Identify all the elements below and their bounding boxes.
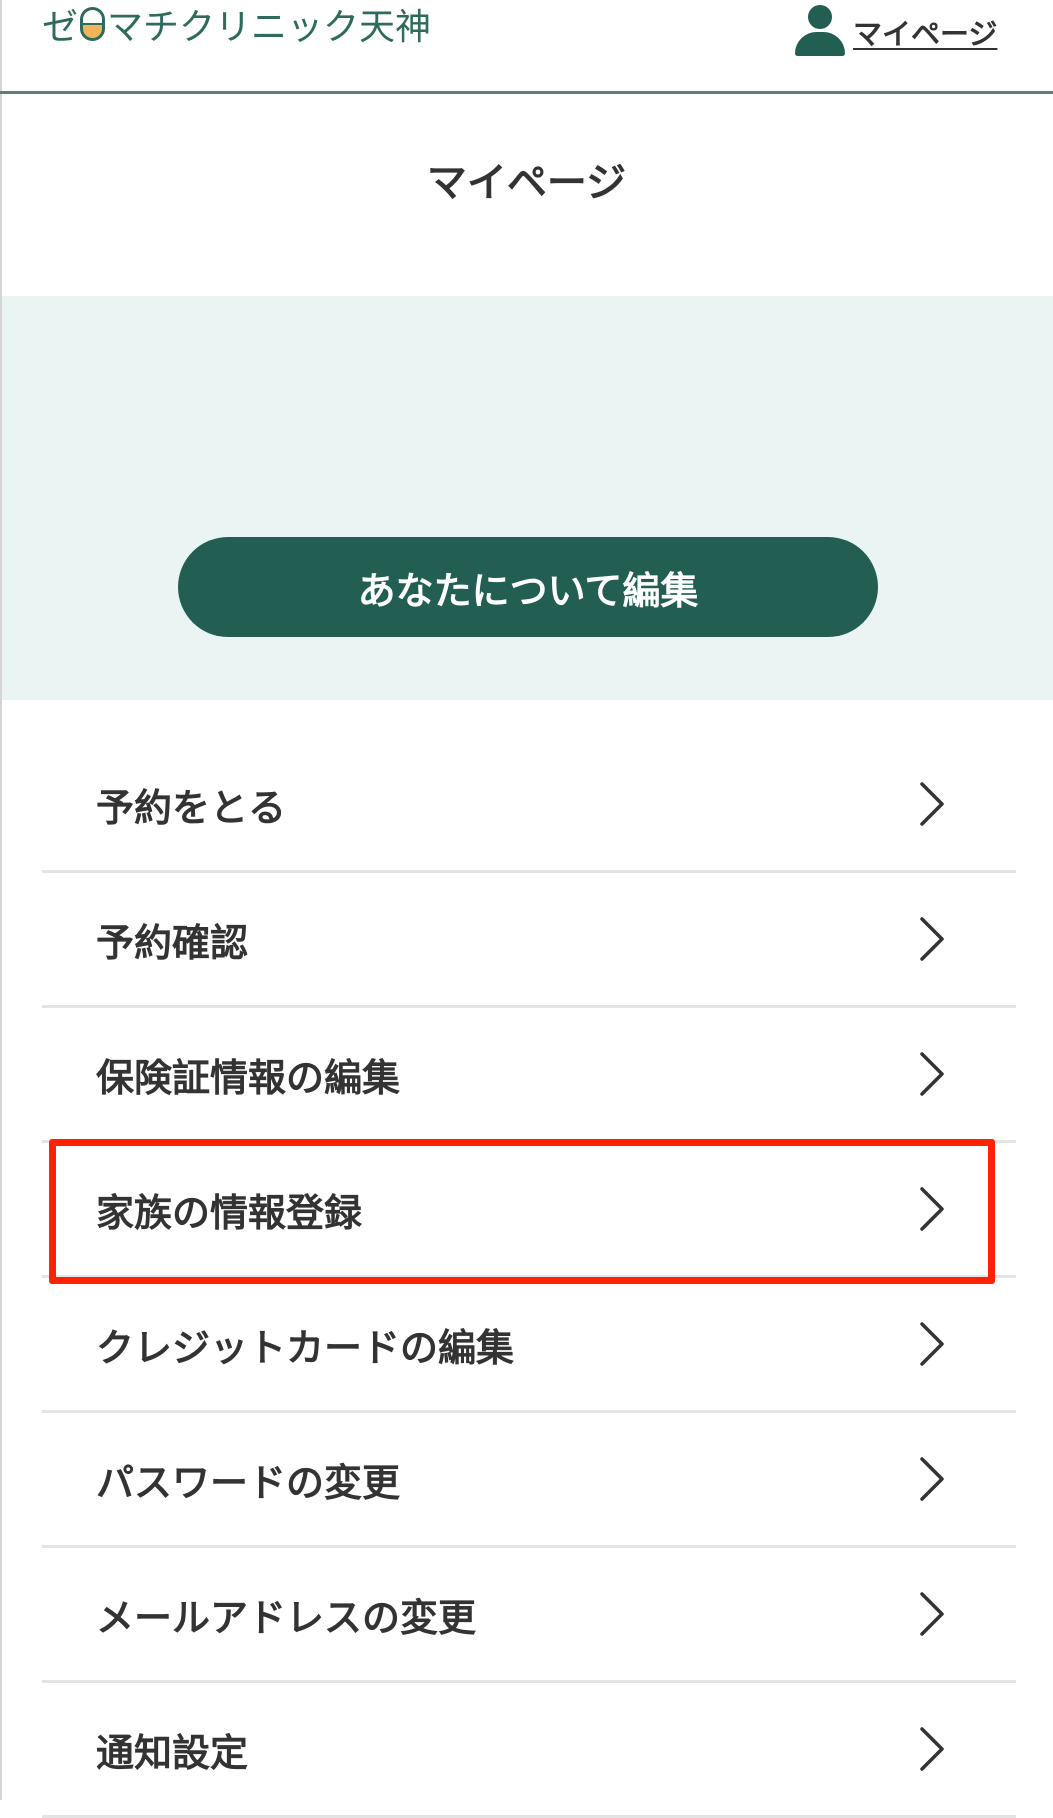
- mypage-menu-list: 予約をとる 予約確認 保険証情報の編集 家族の情報登録 クレジットカードの編集 …: [42, 738, 1016, 1818]
- menu-item-change-email[interactable]: メールアドレスの変更: [42, 1548, 1016, 1683]
- chevron-right-icon: [912, 1143, 952, 1275]
- menu-item-label: 予約確認: [96, 920, 249, 965]
- logo-text-prefix: ゼ: [42, 7, 79, 48]
- left-frame-border: [0, 0, 2, 1800]
- menu-item-edit-insurance-card[interactable]: 保険証情報の編集: [42, 1008, 1016, 1143]
- menu-item-label: 通知設定: [96, 1730, 249, 1775]
- menu-item-change-password[interactable]: パスワードの変更: [42, 1413, 1016, 1548]
- pill-logo-icon: [80, 7, 106, 41]
- logo-text-suffix: マチクリニック天神: [107, 7, 432, 48]
- menu-item-label: メールアドレスの変更: [96, 1595, 477, 1640]
- chevron-right-icon: [912, 1008, 952, 1140]
- menu-item-label: 予約をとる: [96, 785, 287, 830]
- menu-item-register-family[interactable]: 家族の情報登録: [42, 1143, 1016, 1278]
- menu-item-edit-credit-card[interactable]: クレジットカードの編集: [42, 1278, 1016, 1413]
- chevron-right-icon: [912, 1413, 952, 1545]
- chevron-right-icon: [912, 1548, 952, 1680]
- menu-item-check-appointment[interactable]: 予約確認: [42, 873, 1016, 1008]
- menu-item-label: 保険証情報の編集: [96, 1055, 401, 1100]
- chevron-right-icon: [912, 1683, 952, 1815]
- site-header: ゼ マチクリニック天神 マイページ: [0, 0, 1053, 94]
- page-title: マイページ: [426, 160, 627, 206]
- mypage-link[interactable]: マイページ: [793, 4, 997, 60]
- mypage-link-label: マイページ: [853, 17, 998, 51]
- menu-item-label: パスワードの変更: [96, 1460, 401, 1505]
- menu-item-book-appointment[interactable]: 予約をとる: [42, 738, 1016, 873]
- edit-profile-button[interactable]: あなたについて編集: [178, 537, 878, 637]
- profile-hero-band: [2, 296, 1053, 700]
- menu-item-notification-settings[interactable]: 通知設定: [42, 1683, 1016, 1818]
- chevron-right-icon: [912, 873, 952, 1005]
- menu-item-label: クレジットカードの編集: [96, 1325, 515, 1370]
- menu-item-label: 家族の情報登録: [96, 1190, 363, 1235]
- clinic-logo[interactable]: ゼ マチクリニック天神: [42, 2, 431, 48]
- chevron-right-icon: [912, 738, 952, 870]
- user-icon: [793, 5, 847, 59]
- chevron-right-icon: [912, 1278, 952, 1410]
